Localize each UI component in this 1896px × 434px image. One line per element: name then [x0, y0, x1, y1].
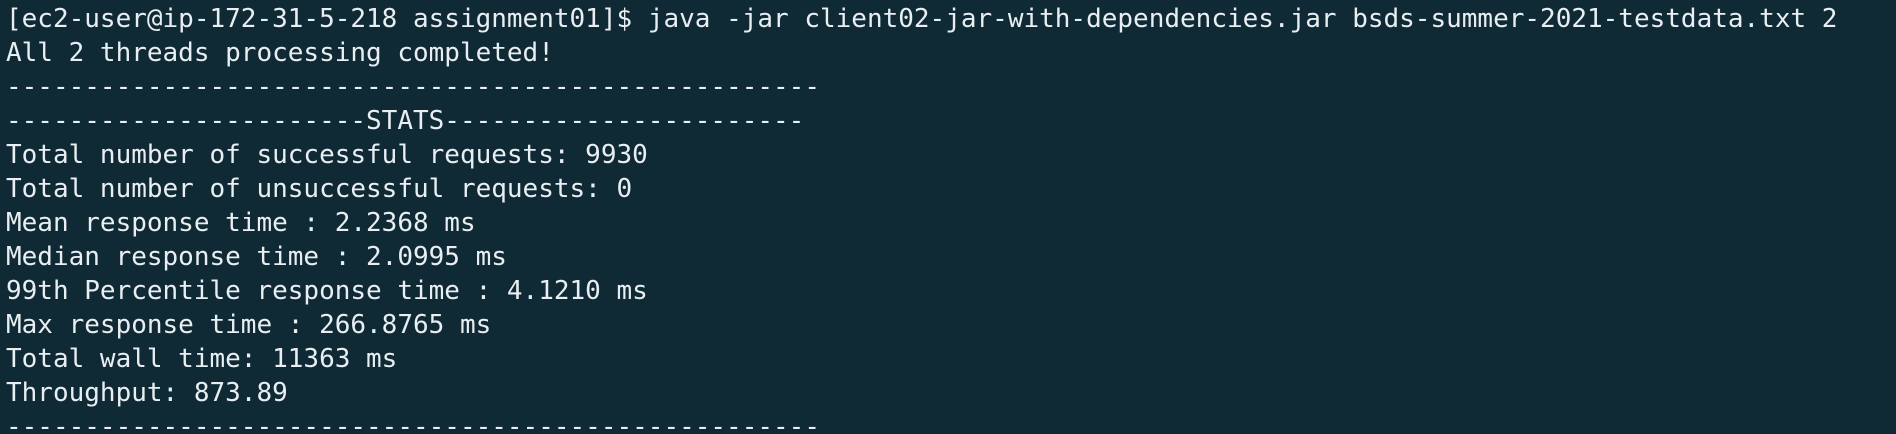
output-throughput: Throughput: 873.89 [6, 378, 288, 408]
output-max-response-time: Max response time : 266.8765 ms [6, 310, 492, 340]
output-divider-top: ----------------------------------------… [6, 72, 820, 102]
output-unsuccessful-requests: Total number of unsuccessful requests: 0 [6, 174, 633, 204]
output-median-response-time: Median response time : 2.0995 ms [6, 242, 507, 272]
terminal-window[interactable]: [ec2-user@ip-172-31-5-218 assignment01]$… [0, 2, 1896, 434]
output-stats-header: -----------------------STATS------------… [6, 106, 805, 136]
output-mean-response-time: Mean response time : 2.2368 ms [6, 208, 476, 238]
output-p99-response-time: 99th Percentile response time : 4.1210 m… [6, 276, 648, 306]
shell-prompt: [ec2-user@ip-172-31-5-218 assignment01]$ [6, 4, 648, 34]
command-text: java -jar client02-jar-with-dependencies… [647, 4, 1838, 34]
output-successful-requests: Total number of successful requests: 993… [6, 140, 648, 170]
output-line-completed: All 2 threads processing completed! [6, 38, 554, 68]
command-line: [ec2-user@ip-172-31-5-218 assignment01]$… [6, 2, 1896, 36]
output-wall-time: Total wall time: 11363 ms [6, 344, 398, 374]
output-divider-bottom: ----------------------------------------… [6, 412, 820, 434]
